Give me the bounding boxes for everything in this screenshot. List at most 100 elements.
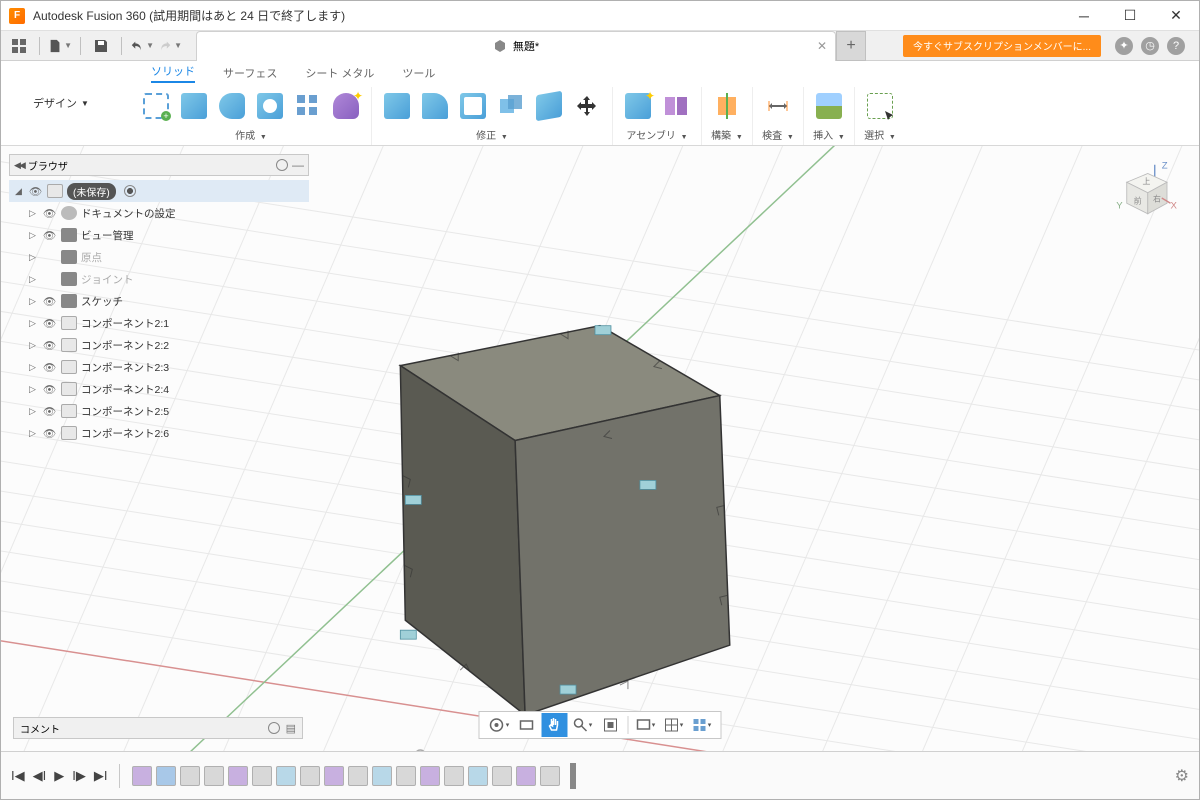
timeline-end-button[interactable]: ▶I	[94, 768, 108, 784]
fillet-button[interactable]	[418, 87, 452, 125]
fit-button[interactable]	[598, 713, 624, 737]
browser-close-icon[interactable]: —	[292, 158, 304, 172]
tree-item[interactable]: ▷👁コンポーネント2:5	[9, 400, 309, 422]
pattern-button[interactable]	[291, 87, 325, 125]
help-icon[interactable]: ?	[1167, 37, 1185, 55]
inspect-group-label[interactable]: 検査 ▼	[762, 127, 794, 142]
timeline-feature[interactable]	[228, 766, 248, 786]
create-form-button[interactable]: ✦	[329, 87, 363, 125]
display-button[interactable]: ▾	[633, 713, 659, 737]
redo-button[interactable]: ▼	[158, 34, 182, 58]
tree-item[interactable]: ▷👁コンポーネント2:6	[9, 422, 309, 444]
construct-group-label[interactable]: 構築 ▼	[711, 127, 743, 142]
insert-button[interactable]	[812, 87, 846, 125]
comments-panel[interactable]: コメント ▤	[13, 717, 303, 739]
timeline-feature[interactable]	[156, 766, 176, 786]
tree-item[interactable]: ▷👁スケッチ	[9, 290, 309, 312]
timeline-feature[interactable]	[348, 766, 368, 786]
tab-tools[interactable]: ツール	[402, 65, 435, 81]
3d-viewport[interactable]: ◀◀ ブラウザ — ◢👁 (未保存) ▷👁ドキュメントの設定▷👁ビュー管理▷原点…	[1, 146, 1199, 751]
revolve-button[interactable]	[215, 87, 249, 125]
sketch-button[interactable]: +	[139, 87, 173, 125]
save-button[interactable]	[89, 34, 113, 58]
tree-item[interactable]: ▷👁コンポーネント2:1	[9, 312, 309, 334]
timeline-feature[interactable]	[132, 766, 152, 786]
joint-button[interactable]	[659, 87, 693, 125]
tree-item[interactable]: ▷👁コンポーネント2:3	[9, 356, 309, 378]
timeline-feature[interactable]	[252, 766, 272, 786]
insert-group-label[interactable]: 挿入 ▼	[813, 127, 845, 142]
timeline-feature[interactable]	[276, 766, 296, 786]
timeline-start-button[interactable]: I◀	[11, 768, 25, 784]
timeline-feature[interactable]	[444, 766, 464, 786]
tab-sheetmetal[interactable]: シート メタル	[305, 65, 374, 81]
browser-header[interactable]: ◀◀ ブラウザ —	[9, 154, 309, 176]
undo-button[interactable]: ▼	[130, 34, 154, 58]
file-menu-button[interactable]: ▼	[48, 34, 72, 58]
select-group-label[interactable]: 選択 ▼	[864, 127, 896, 142]
create-group-label[interactable]: 作成 ▼	[235, 127, 267, 142]
align-button[interactable]	[532, 87, 566, 125]
tree-item[interactable]: ▷👁ドキュメントの設定	[9, 202, 309, 224]
tree-root[interactable]: ◢👁 (未保存)	[9, 180, 309, 202]
move-button[interactable]	[570, 87, 604, 125]
grid-button[interactable]: ▾	[661, 713, 687, 737]
timeline-feature[interactable]	[204, 766, 224, 786]
timeline-feature[interactable]	[324, 766, 344, 786]
tab-surface[interactable]: サーフェス	[223, 65, 277, 81]
timeline-feature[interactable]	[516, 766, 536, 786]
select-button[interactable]	[863, 87, 897, 125]
close-button[interactable]: ✕	[1153, 1, 1199, 31]
job-status-icon[interactable]: ◷	[1141, 37, 1159, 55]
timeline-play-button[interactable]: ▶	[54, 768, 64, 784]
timeline-feature[interactable]	[300, 766, 320, 786]
subscription-button[interactable]: 今すぐサブスクリプションメンバーに...	[903, 35, 1101, 57]
tab-solid[interactable]: ソリッド	[151, 63, 195, 83]
timeline-back-button[interactable]: ◀I	[33, 768, 47, 784]
minimize-button[interactable]: ─	[1061, 1, 1107, 31]
timeline-feature[interactable]	[420, 766, 440, 786]
timeline-settings-icon[interactable]: ⚙	[1175, 766, 1189, 786]
timeline-fwd-button[interactable]: I▶	[72, 768, 86, 784]
tree-item[interactable]: ▷👁ビュー管理	[9, 224, 309, 246]
collapse-icon[interactable]: ◀◀	[14, 160, 24, 171]
tree-item[interactable]: ▷👁コンポーネント2:2	[9, 334, 309, 356]
tree-item[interactable]: ▷👁コンポーネント2:4	[9, 378, 309, 400]
hole-button[interactable]	[253, 87, 287, 125]
activate-radio[interactable]	[124, 185, 136, 197]
timeline-feature[interactable]	[468, 766, 488, 786]
timeline-feature[interactable]	[372, 766, 392, 786]
new-component-button[interactable]: ✦	[621, 87, 655, 125]
new-tab-button[interactable]: +	[836, 31, 866, 61]
workspace-switcher[interactable]: デザイン ▼	[1, 61, 121, 145]
close-tab-button[interactable]: ✕	[817, 39, 827, 53]
viewport-button[interactable]: ▾	[689, 713, 715, 737]
timeline-feature[interactable]	[540, 766, 560, 786]
shell-button[interactable]	[456, 87, 490, 125]
modify-group-label[interactable]: 修正 ▼	[476, 127, 508, 142]
orbit-button[interactable]: ▾	[486, 713, 512, 737]
data-panel-button[interactable]	[7, 34, 31, 58]
timeline-feature[interactable]	[180, 766, 200, 786]
maximize-button[interactable]: ☐	[1107, 1, 1153, 31]
lookat-button[interactable]	[514, 713, 540, 737]
construct-button[interactable]	[710, 87, 744, 125]
extensions-icon[interactable]: ✦	[1115, 37, 1133, 55]
timeline-feature[interactable]	[396, 766, 416, 786]
view-cube[interactable]: Z 上 前 右 X Y	[1111, 156, 1181, 226]
inspect-button[interactable]	[761, 87, 795, 125]
document-tab[interactable]: 無題* ✕	[196, 31, 836, 61]
extrude-button[interactable]	[177, 87, 211, 125]
timeline-handle[interactable]	[570, 763, 576, 789]
timeline-feature[interactable]	[492, 766, 512, 786]
comment-expand-icon[interactable]: ▤	[286, 722, 296, 735]
tree-item[interactable]: ▷ジョイント	[9, 268, 309, 290]
tree-item[interactable]: ▷原点	[9, 246, 309, 268]
assembly-group-label[interactable]: アセンブリ ▼	[626, 127, 687, 142]
combine-button[interactable]	[494, 87, 528, 125]
zoom-button[interactable]: ▾	[570, 713, 596, 737]
presspull-button[interactable]	[380, 87, 414, 125]
pan-button[interactable]	[542, 713, 568, 737]
comment-options-icon[interactable]	[268, 722, 280, 734]
browser-options-icon[interactable]	[276, 159, 288, 171]
